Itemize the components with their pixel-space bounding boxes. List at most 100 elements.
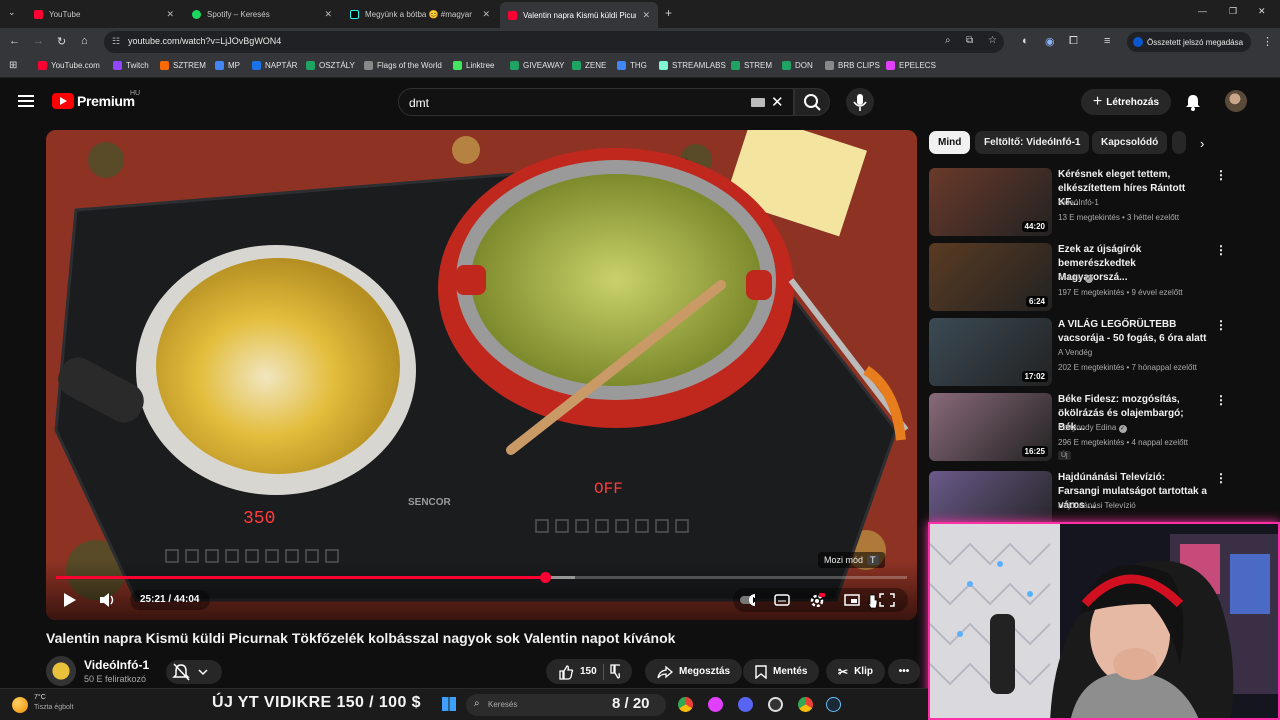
- bookmark-item[interactable]: DON: [782, 61, 813, 70]
- bookmark-item[interactable]: STREM: [731, 61, 772, 70]
- windows-start-icon[interactable]: [442, 697, 456, 711]
- bookmark-star-icon[interactable]: ☆: [988, 35, 997, 46]
- extension-icon[interactable]: ◉: [1045, 35, 1055, 48]
- notifications-bell-icon[interactable]: [1184, 93, 1202, 111]
- recommended-video[interactable]: 44:20 Kérésnek eleget tettem, elkészített…: [929, 168, 1229, 236]
- video-options-icon[interactable]: ⋮: [1215, 393, 1227, 407]
- reload-icon[interactable]: ↻: [57, 35, 66, 48]
- chip-uploader[interactable]: Feltöltő: VideóInfó-1: [975, 131, 1090, 154]
- bookmark-item[interactable]: GIVEAWAY: [510, 61, 565, 70]
- bookmark-item[interactable]: Twitch: [113, 61, 149, 70]
- bookmark-item[interactable]: OSZTÁLY: [306, 61, 355, 70]
- recommended-channel[interactable]: Hajdúnánási Televízió: [1058, 501, 1136, 510]
- subscription-notifications-button[interactable]: [166, 660, 222, 684]
- home-icon[interactable]: ⌂: [81, 35, 88, 47]
- bookmark-item[interactable]: Flags of the World: [364, 61, 442, 70]
- app-icon[interactable]: [708, 697, 723, 712]
- tab-search-icon[interactable]: ⌄: [8, 7, 16, 18]
- fullscreen-icon[interactable]: [879, 593, 895, 607]
- bookmark-item[interactable]: BRB CLIPS: [825, 61, 880, 70]
- chrome-app-icon[interactable]: [678, 697, 693, 712]
- obs-app-icon[interactable]: [768, 697, 783, 712]
- bookmark-item[interactable]: SZTREM: [160, 61, 206, 70]
- progress-bar[interactable]: [56, 572, 907, 583]
- clip-button[interactable]: ✂ Klip: [826, 659, 885, 684]
- minimize-icon[interactable]: —: [1198, 6, 1207, 16]
- video-player[interactable]: 350 OFF SENCOR: [46, 130, 917, 620]
- back-arrow-icon[interactable]: ←: [9, 35, 20, 47]
- recommended-video[interactable]: Hajdúnánási Televízió: Farsangi mulatság…: [929, 471, 1229, 539]
- channel-name[interactable]: VideóInfó-1: [84, 658, 149, 672]
- volume-icon[interactable]: [98, 590, 116, 610]
- recommended-video[interactable]: 6:24 Ezek az újságírók bemerészkedtek Mag…: [929, 243, 1229, 311]
- play-icon[interactable]: [62, 590, 78, 610]
- chrome-app-icon[interactable]: [798, 697, 813, 712]
- search-button[interactable]: [794, 88, 830, 116]
- save-button[interactable]: Mentés: [743, 659, 820, 684]
- chip-all[interactable]: Mind: [929, 131, 971, 154]
- browser-tab-spotify[interactable]: Spotify – Keresés ✕: [184, 4, 340, 24]
- bookmark-item[interactable]: EPELECS: [886, 61, 936, 70]
- chevron-right-icon[interactable]: ›: [1200, 136, 1204, 151]
- omnibox[interactable]: ☷ youtube.com/watch?v=LjJOvBgWON4 ⌕ ⧉ ☆: [104, 31, 1004, 53]
- video-thumbnail[interactable]: 16:25: [929, 393, 1052, 461]
- bookmark-item[interactable]: STREAMLABS: [659, 61, 726, 70]
- subtitles-icon[interactable]: [774, 593, 790, 607]
- close-window-icon[interactable]: ✕: [1258, 6, 1266, 17]
- recommended-channel[interactable]: VideóInfó-1: [1058, 198, 1099, 207]
- bookmark-item[interactable]: NAPTÁR: [252, 61, 297, 70]
- recommended-channel[interactable]: A Vendég: [1058, 348, 1092, 357]
- browser-tab-active-video[interactable]: Valentin napra Kismü küldi Picur ✕: [500, 2, 658, 28]
- chrome-menu-icon[interactable]: ⋮: [1262, 35, 1273, 48]
- video-thumbnail[interactable]: 17:02: [929, 318, 1052, 386]
- more-actions-button[interactable]: •••: [888, 659, 920, 684]
- search-box[interactable]: dmt ✕: [398, 88, 794, 116]
- create-button[interactable]: + Létrehozás: [1081, 89, 1171, 115]
- clear-search-icon[interactable]: ✕: [771, 93, 784, 111]
- password-suggestion-button[interactable]: Összetett jelszó megadása: [1127, 32, 1251, 52]
- recommended-channel[interactable]: Pottyondy Edina ✓: [1058, 423, 1127, 433]
- zoom-search-icon[interactable]: ⌕: [945, 35, 951, 46]
- tab-close-icon[interactable]: ✕: [642, 10, 650, 21]
- tab-close-icon[interactable]: ✕: [482, 9, 490, 20]
- browser-tab-youtube[interactable]: YouTube ✕: [26, 4, 182, 24]
- steam-app-icon[interactable]: [826, 697, 841, 712]
- chip-related[interactable]: Kapcsolódó: [1092, 131, 1168, 154]
- video-thumbnail[interactable]: 44:20: [929, 168, 1052, 236]
- recommended-video[interactable]: 17:02 A VILÁG LEGŐRÜLTEBB vacsorája - 50 …: [929, 318, 1229, 386]
- video-options-icon[interactable]: ⋮: [1215, 243, 1227, 257]
- video-options-icon[interactable]: ⋮: [1215, 471, 1227, 485]
- extensions-puzzle-icon[interactable]: ⧠: [1069, 35, 1078, 48]
- video-options-icon[interactable]: ⋮: [1215, 168, 1227, 182]
- browser-tab-tiktok[interactable]: Megyünk a bótba 😊 #magyar ✕: [342, 4, 498, 24]
- tab-close-icon[interactable]: ✕: [166, 9, 174, 20]
- video-thumbnail[interactable]: 6:24: [929, 243, 1052, 311]
- chip-truncated[interactable]: [1172, 131, 1186, 154]
- site-info-icon[interactable]: ☷: [112, 36, 120, 47]
- recommended-video-title[interactable]: A VILÁG LEGŐRÜLTEBB vacsorája - 50 fogás…: [1058, 318, 1208, 346]
- voice-search-button[interactable]: [846, 88, 874, 116]
- new-tab-button[interactable]: +: [665, 6, 672, 20]
- restore-icon[interactable]: ❐: [1229, 6, 1237, 17]
- reading-list-icon[interactable]: ≡: [1104, 35, 1110, 47]
- search-input[interactable]: dmt: [409, 96, 429, 110]
- bookmark-item[interactable]: MP: [215, 61, 240, 70]
- youtube-premium-logo[interactable]: Premium: [77, 93, 135, 109]
- miniplayer-icon[interactable]: [844, 593, 860, 607]
- recommended-channel[interactable]: 444.hu ✓: [1058, 273, 1093, 283]
- video-options-icon[interactable]: ⋮: [1215, 318, 1227, 332]
- apps-grid-icon[interactable]: ⊞: [9, 60, 17, 71]
- forward-arrow-icon[interactable]: →: [33, 35, 44, 47]
- share-button[interactable]: Megosztás: [645, 659, 743, 684]
- bookmark-item[interactable]: Linktree: [453, 61, 494, 70]
- account-avatar[interactable]: [1225, 90, 1247, 112]
- keyboard-icon[interactable]: [751, 98, 765, 107]
- channel-avatar[interactable]: [46, 656, 76, 686]
- weather-widget[interactable]: 7°C Tiszta égbolt: [34, 693, 73, 713]
- menu-icon[interactable]: [18, 95, 34, 107]
- like-button[interactable]: 150: [558, 664, 597, 680]
- bookmark-item[interactable]: YouTube.com: [38, 61, 100, 70]
- bookmark-item[interactable]: ZENE: [572, 61, 606, 70]
- tab-close-icon[interactable]: ✕: [324, 9, 332, 20]
- extension-icon[interactable]: ◐: [1022, 35, 1029, 47]
